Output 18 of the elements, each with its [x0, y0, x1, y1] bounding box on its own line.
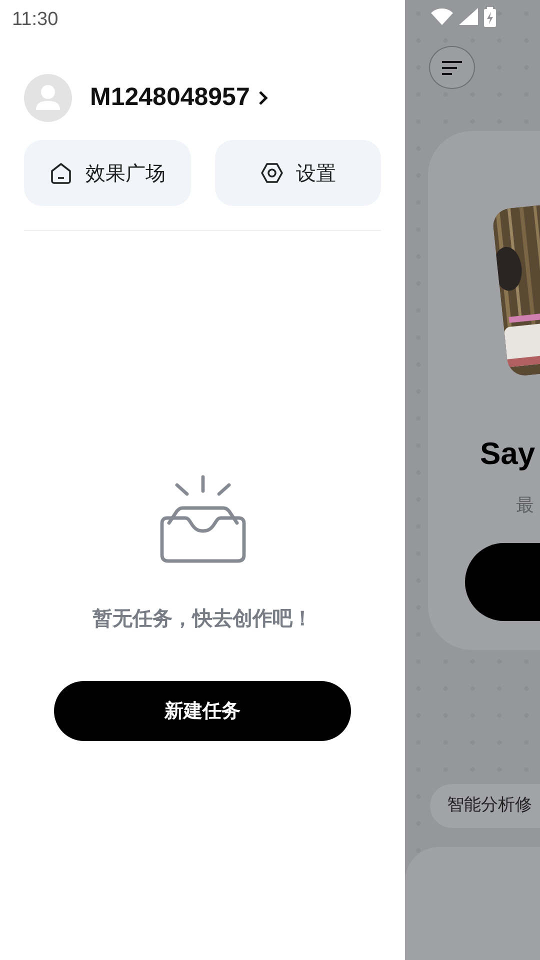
new-task-button[interactable]: 新建任务 [54, 681, 351, 741]
card-subtitle: 最 [516, 494, 535, 518]
wifi-icon [431, 8, 453, 26]
chevron-right-icon[interactable] [258, 90, 268, 106]
menu-button[interactable] [429, 46, 475, 90]
empty-message: 暂无任务，快去创作吧！ [92, 605, 312, 632]
home-icon [49, 161, 74, 185]
empty-inbox-icon [158, 475, 246, 565]
menu-icon [441, 60, 463, 75]
signal-icon [459, 8, 478, 26]
action-button[interactable]: 效果广场 [24, 140, 190, 206]
action-button[interactable]: 设置 [214, 140, 381, 206]
user-name[interactable]: M1248048957 [90, 79, 250, 117]
battery-icon [484, 6, 496, 27]
feature-chip[interactable]: 智能分析修 [430, 784, 540, 828]
status-time: 11:30 [11, 8, 60, 32]
settings-icon [260, 161, 284, 185]
card-title: Say [480, 437, 536, 472]
